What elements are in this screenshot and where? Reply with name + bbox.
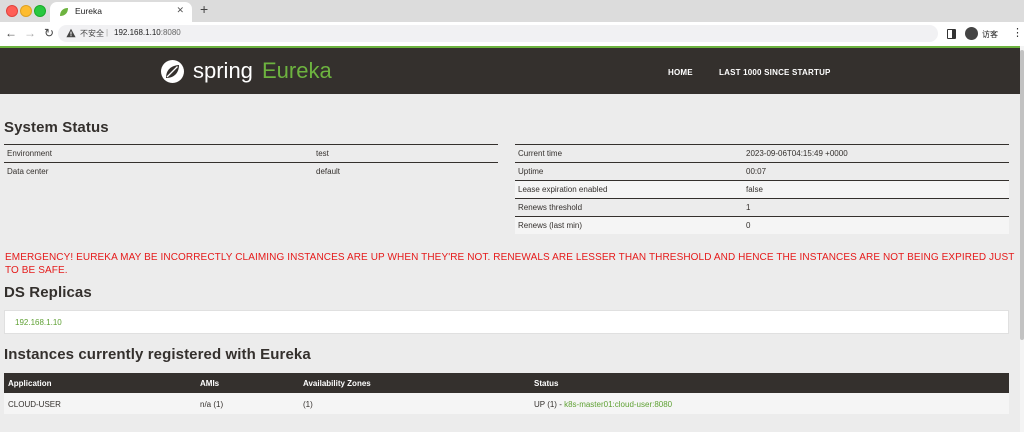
- kv-key: Uptime: [518, 167, 544, 176]
- kv-value: 2023-09-06T04:15:49 +0000: [746, 149, 848, 158]
- profile-button[interactable]: 访客: [963, 26, 1003, 42]
- vertical-scrollbar[interactable]: [1020, 46, 1024, 432]
- kv-value: 0: [746, 221, 751, 230]
- kebab-menu-icon[interactable]: ⋮: [1012, 27, 1023, 39]
- ds-replicas-list: 192.168.1.10: [4, 310, 1009, 334]
- side-panel-icon[interactable]: [947, 29, 956, 39]
- system-status-heading: System Status: [4, 119, 109, 136]
- table-row: Lease expiration enabled false: [515, 180, 1009, 198]
- kv-value: default: [316, 167, 341, 176]
- eureka-header: spring Eureka HOME LAST 1000 SINCE START…: [0, 48, 1020, 94]
- close-window-button[interactable]: [6, 5, 18, 17]
- table-row: Environment test: [4, 144, 498, 162]
- forward-arrow-icon[interactable]: →: [24, 26, 36, 40]
- browser-toolbar: ← → ↻ 不安全 | 192.168.1.10:8080 访客 ⋮: [0, 22, 1024, 46]
- reload-icon[interactable]: ↻: [44, 26, 54, 40]
- emergency-warning: EMERGENCY! EUREKA MAY BE INCORRECTLY CLA…: [5, 252, 1015, 276]
- spring-logo-icon: [161, 60, 184, 83]
- application-cell: CLOUD-USER: [8, 400, 61, 409]
- kv-key: Renews (last min): [518, 221, 583, 230]
- table-row: Renews (last min) 0: [515, 216, 1009, 234]
- back-arrow-icon[interactable]: ←: [5, 26, 17, 40]
- address-bar[interactable]: 不安全 | 192.168.1.10:8080: [58, 25, 938, 42]
- table-row: Data center default: [4, 162, 498, 180]
- url-port: :8080: [160, 28, 181, 37]
- omnibox-separator: |: [106, 28, 109, 37]
- status-prefix: UP (1) -: [534, 400, 565, 409]
- browser-tab-bar: Eureka ✕ +: [0, 0, 1024, 22]
- kv-value: test: [316, 149, 329, 158]
- kv-key: Environment: [7, 149, 52, 158]
- kv-key: Renews threshold: [518, 203, 583, 212]
- nav-last-1000-link[interactable]: LAST 1000 SINCE STARTUP: [719, 68, 831, 77]
- url-text: 192.168.1.10:8080: [114, 28, 181, 37]
- page-viewport: spring Eureka HOME LAST 1000 SINCE START…: [0, 46, 1024, 432]
- kv-key: Data center: [7, 167, 49, 176]
- url-host: 192.168.1.10: [114, 28, 161, 37]
- instances-heading: Instances currently registered with Eure…: [4, 346, 311, 363]
- table-row: CLOUD-USER n/a (1) (1) UP (1) - k8s-mast…: [4, 393, 1009, 414]
- kv-value: 00:07: [746, 167, 767, 176]
- spring-leaf-icon: [60, 8, 68, 16]
- status-cell: UP (1) - k8s-master01:cloud-user:8080: [534, 400, 672, 409]
- column-header-zones: Availability Zones: [303, 379, 371, 388]
- amis-cell: n/a (1): [200, 400, 224, 409]
- table-header: Application AMIs Availability Zones Stat…: [4, 373, 1009, 393]
- table-row: Uptime 00:07: [515, 162, 1009, 180]
- tab-close-icon[interactable]: ✕: [176, 5, 184, 16]
- replica-link[interactable]: 192.168.1.10: [15, 318, 62, 327]
- ds-replicas-heading: DS Replicas: [4, 284, 92, 301]
- table-row: Current time 2023-09-06T04:15:49 +0000: [515, 144, 1009, 162]
- new-tab-button[interactable]: +: [200, 1, 208, 17]
- tab-title: Eureka: [75, 6, 102, 16]
- browser-tab[interactable]: Eureka ✕: [50, 2, 192, 22]
- kv-key: Current time: [518, 149, 563, 158]
- nav-home-link[interactable]: HOME: [668, 68, 693, 77]
- instance-link[interactable]: k8s-master01:cloud-user:8080: [564, 400, 672, 409]
- profile-label: 访客: [982, 30, 998, 39]
- column-header-application: Application: [8, 379, 52, 388]
- avatar-icon: [965, 27, 978, 40]
- zones-cell: (1): [303, 400, 313, 409]
- warning-icon: [66, 28, 76, 38]
- column-header-status: Status: [534, 379, 559, 388]
- kv-key: Lease expiration enabled: [518, 185, 608, 194]
- kv-value: 1: [746, 203, 751, 212]
- scrollbar-thumb[interactable]: [1020, 50, 1024, 340]
- security-label: 不安全: [80, 29, 104, 38]
- kv-value: false: [746, 185, 763, 194]
- logo-eureka-text: Eureka: [262, 58, 332, 83]
- maximize-window-button[interactable]: [34, 5, 46, 17]
- logo-spring-text: spring: [193, 58, 253, 83]
- minimize-window-button[interactable]: [20, 5, 32, 17]
- column-header-amis: AMIs: [200, 379, 220, 388]
- table-row: Renews threshold 1: [515, 198, 1009, 216]
